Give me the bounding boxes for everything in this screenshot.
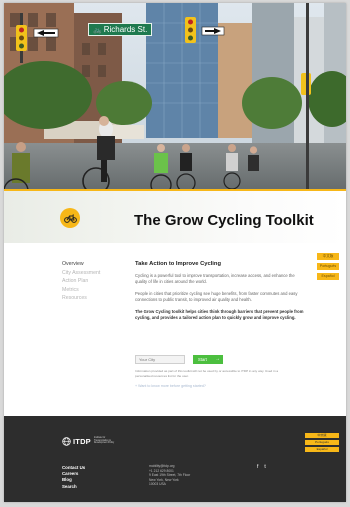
footer-nav: Contact Us Careers Blog Search bbox=[62, 465, 85, 490]
nav-item-overview[interactable]: Overview bbox=[62, 260, 122, 269]
footer-language-switcher: 中文版 Português Español bbox=[305, 433, 339, 454]
site-footer: ITDP Institute for Transportation & Deve… bbox=[4, 416, 346, 502]
twitter-icon[interactable]: t bbox=[264, 464, 265, 470]
footer-contact: mobility@itdp.org +1 212 629 8001 9 East… bbox=[149, 464, 190, 487]
footer-language-spanish[interactable]: Español bbox=[305, 447, 339, 452]
itdp-wordmark: ITDP bbox=[73, 436, 91, 446]
nav-item-resources[interactable]: Resources bbox=[62, 294, 122, 303]
itdp-tagline: Institute for Transportation & Developme… bbox=[93, 436, 115, 445]
learn-more-link[interactable]: + Want to know more before getting start… bbox=[135, 384, 206, 388]
section-nav: Overview City Assessment Action Plan Met… bbox=[62, 260, 122, 303]
hero-street-scene bbox=[4, 3, 346, 199]
facebook-icon[interactable]: f bbox=[257, 464, 258, 470]
social-links: f t bbox=[257, 464, 266, 470]
street-sign-text: Richards St. bbox=[103, 25, 148, 34]
city-input[interactable] bbox=[135, 355, 185, 364]
privacy-disclaimer: Information provided as part of this too… bbox=[135, 369, 279, 378]
start-button[interactable]: Start → bbox=[193, 355, 223, 364]
nav-item-city-assessment[interactable]: City Assessment bbox=[62, 269, 122, 278]
section-heading: Take Action to Improve Cycling bbox=[135, 261, 222, 267]
toolkit-paragraph: The Grow Cycling toolkit helps cities th… bbox=[135, 308, 304, 321]
bicycle-logo-icon bbox=[60, 208, 80, 228]
benefits-paragraph: People in cities that prioritize cycling… bbox=[135, 290, 298, 303]
language-switcher: 中文版 Português Español bbox=[317, 253, 339, 283]
language-button-chinese[interactable]: 中文版 bbox=[317, 253, 339, 260]
footer-link-search[interactable]: Search bbox=[62, 484, 85, 490]
footer-language-chinese[interactable]: 中文版 bbox=[305, 433, 339, 438]
language-button-portuguese[interactable]: Português bbox=[317, 263, 339, 270]
bike-lane-icon: 🚲 bbox=[93, 27, 102, 34]
arrow-right-icon: → bbox=[215, 356, 220, 362]
intro-paragraph: Cycling is a powerful tool to improve tr… bbox=[135, 273, 295, 285]
main-content: Take Action to Improve Cycling Cycling i… bbox=[135, 261, 305, 326]
street-sign: 🚲 Richards St. bbox=[88, 23, 153, 36]
footer-language-portuguese[interactable]: Português bbox=[305, 440, 339, 445]
globe-icon bbox=[62, 436, 71, 446]
start-button-label: Start bbox=[198, 357, 207, 362]
contact-address-line3: 10003 USA bbox=[149, 482, 166, 487]
language-button-spanish[interactable]: Español bbox=[317, 273, 339, 280]
nav-item-action-plan[interactable]: Action Plan bbox=[62, 277, 122, 286]
nav-item-metrics[interactable]: Metrics bbox=[62, 286, 122, 295]
page: 🚲 Richards St. The Grow Cycling Toolkit O… bbox=[4, 3, 346, 502]
itdp-logo[interactable]: ITDP Institute for Transportation & Deve… bbox=[62, 436, 120, 446]
page-title: The Grow Cycling Toolkit bbox=[134, 212, 314, 229]
hero-photo: 🚲 Richards St. bbox=[4, 3, 346, 199]
